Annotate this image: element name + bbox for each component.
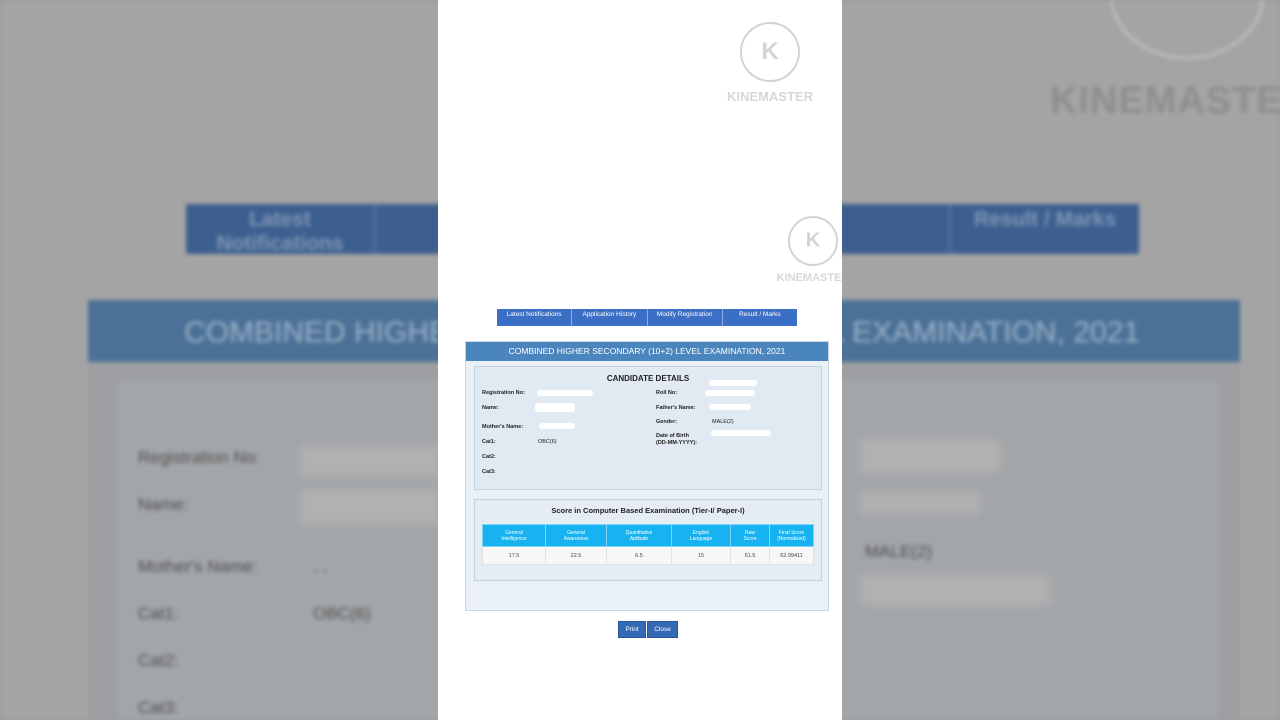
col-raw-score: Raw Score — [730, 524, 770, 547]
father-name-label: Father's Name: — [656, 405, 696, 411]
bg-label: Mother's Name: — [138, 557, 258, 576]
col-general-intelligence: General Intelligence — [482, 524, 546, 547]
bg-label: Registration No: — [138, 448, 260, 467]
col-english-language: English Language — [671, 524, 731, 547]
gender-label: Gender: — [656, 419, 678, 425]
phone-screen: K KINEMASTER K KINEMASTER Latest Notific… — [438, 0, 842, 720]
watermark-text: KINEMASTER — [727, 89, 813, 104]
cat1-label: Cat1: — [482, 439, 496, 445]
name-label: Name: — [482, 405, 499, 411]
table-row: 17.5 22.5 6.5 15 61.5 62.99411 — [482, 546, 814, 565]
bg-label: . . — [313, 557, 328, 576]
bg-label: MALE(2) — [865, 542, 933, 561]
bg-label: Name: — [138, 495, 189, 514]
print-button[interactable]: Print — [618, 621, 646, 638]
score-final-normalized: 62.99411 — [769, 546, 814, 565]
father-name-value-redacted — [709, 404, 751, 410]
roll-no-value-redacted — [705, 390, 755, 396]
nav-modify-registration[interactable]: Modify Registration — [648, 309, 723, 326]
roll-no-label: Roll No: — [656, 390, 678, 396]
registration-value-redacted — [537, 390, 593, 396]
col-general-awareness: General Awareness — [545, 524, 607, 547]
kinemaster-logo-icon: K — [740, 22, 800, 82]
score-quantitative-aptitude: 6.5 — [606, 546, 672, 565]
candidate-details-heading: CANDIDATE DETAILS — [606, 374, 690, 383]
result-panel: COMBINED HIGHER SECONDARY (10+2) LEVEL E… — [465, 341, 829, 611]
score-general-awareness: 22.5 — [545, 546, 607, 565]
bg-watermark-text: KINEMASTER — [1050, 80, 1280, 122]
cat3-label: Cat3: — [482, 469, 496, 475]
nav-latest-notifications[interactable]: Latest Notifications — [497, 309, 573, 326]
top-nav: Latest Notifications Application History… — [497, 309, 797, 326]
bg-label: Cat3: — [138, 698, 179, 717]
bg-watermark-logo-icon — [1110, 0, 1264, 59]
roll-no-value-redacted — [709, 380, 757, 386]
score-raw: 61.5 — [730, 546, 770, 565]
cat1-value: OBC(6) — [538, 439, 557, 445]
score-general-intelligence: 17.5 — [482, 546, 546, 565]
exam-title: COMBINED HIGHER SECONDARY (10+2) LEVEL E… — [466, 342, 828, 361]
gender-value: MALE(2) — [712, 419, 734, 425]
score-table-header-row: General Intelligence General Awareness Qua… — [482, 524, 814, 547]
registration-label: Registration No: — [482, 390, 525, 396]
kinemaster-logo-icon: K — [788, 216, 838, 266]
mother-name-value-redacted — [539, 423, 575, 429]
score-card: Score in Computer Based Examination (Tie… — [474, 499, 822, 581]
score-english-language: 15 — [671, 546, 731, 565]
name-value-redacted — [535, 403, 575, 412]
close-button[interactable]: Close — [647, 621, 678, 638]
cat2-label: Cat2: — [482, 454, 496, 460]
col-quantitative-aptitude: Quantitative Aptitude — [606, 524, 672, 547]
score-table: General Intelligence General Awareness Qua… — [482, 524, 814, 565]
candidate-details-card: CANDIDATE DETAILS Registration No: Name:… — [474, 366, 822, 490]
bg-label: OBC(6) — [313, 604, 371, 623]
nav-result-marks[interactable]: Result / Marks — [723, 309, 797, 326]
bg-nav-item: Result / Marks — [973, 208, 1117, 231]
watermark: K KINEMASTER — [718, 22, 822, 104]
bg-label: Cat2: — [138, 651, 179, 670]
dob-format: (DD-MM-YYYY): — [656, 440, 697, 446]
dob-label: Date of Birth — [656, 433, 689, 439]
score-heading: Score in Computer Based Examination (Tie… — [551, 506, 745, 515]
bg-label: Cat1: — [138, 604, 179, 623]
watermark-text: KINEMASTER — [776, 272, 842, 284]
mother-name-label: Mother's Name: — [482, 424, 524, 430]
col-final-score: Final Score (Normalized) — [769, 524, 814, 547]
dob-value-redacted — [711, 430, 771, 436]
nav-application-history[interactable]: Application History — [572, 309, 648, 326]
watermark: K KINEMASTER — [768, 216, 842, 284]
bg-nav-item: Latest Notifications — [186, 204, 376, 255]
